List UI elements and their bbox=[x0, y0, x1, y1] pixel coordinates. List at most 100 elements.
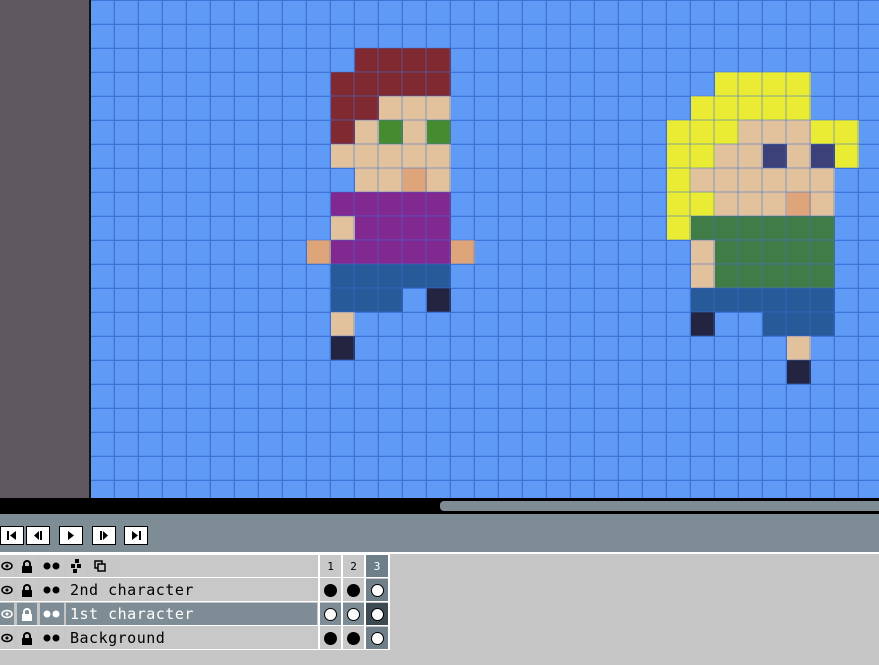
character1-pixel bbox=[307, 240, 331, 264]
character2-pixel bbox=[763, 192, 787, 216]
character2-pixel bbox=[787, 96, 811, 120]
lock-icon[interactable] bbox=[17, 555, 37, 577]
cel-3[interactable] bbox=[366, 627, 388, 649]
visible-toggle[interactable] bbox=[0, 603, 14, 625]
character2-pixel bbox=[739, 192, 763, 216]
character2-pixel bbox=[763, 240, 787, 264]
character1-pixel bbox=[403, 216, 427, 240]
character2-pixel bbox=[763, 264, 787, 288]
character2-pixel bbox=[763, 216, 787, 240]
eye-icon bbox=[1, 633, 13, 643]
character2-pixel bbox=[715, 216, 739, 240]
scrollbar-thumb[interactable] bbox=[440, 501, 879, 511]
character1-pixel bbox=[427, 216, 451, 240]
character1-pixel bbox=[379, 192, 403, 216]
character2-pixel bbox=[667, 216, 691, 240]
character1-pixel bbox=[331, 120, 355, 144]
link-icon[interactable] bbox=[66, 555, 86, 577]
eye-icon bbox=[1, 609, 13, 619]
onion-skin-toggle[interactable] bbox=[40, 603, 64, 625]
character2-pixel bbox=[739, 168, 763, 192]
character1-pixel bbox=[427, 144, 451, 168]
lock-toggle[interactable] bbox=[17, 579, 37, 601]
lock-icon bbox=[22, 583, 32, 597]
visible-toggle[interactable] bbox=[0, 627, 14, 649]
layer-name[interactable]: Background bbox=[66, 627, 317, 649]
character1-pixel bbox=[379, 144, 403, 168]
cel-2[interactable] bbox=[343, 603, 364, 625]
cel-2[interactable] bbox=[343, 579, 364, 601]
character2-pixel bbox=[835, 120, 859, 144]
character2-pixel bbox=[715, 240, 739, 264]
cel-3[interactable] bbox=[366, 603, 388, 625]
lock-toggle[interactable] bbox=[17, 603, 37, 625]
character1-pixel bbox=[403, 240, 427, 264]
grid-line bbox=[388, 554, 390, 650]
cel-2[interactable] bbox=[343, 627, 364, 649]
character1-pixel bbox=[355, 216, 379, 240]
cel-1[interactable] bbox=[320, 579, 341, 601]
skip-to-end-icon bbox=[132, 531, 141, 540]
grid-line bbox=[0, 625, 390, 626]
frame-header-1[interactable]: 1 bbox=[320, 555, 341, 577]
character1-pixel bbox=[355, 144, 379, 168]
character2-pixel bbox=[787, 216, 811, 240]
character1-pixel bbox=[403, 120, 427, 144]
onion-skin-icon bbox=[43, 586, 60, 594]
character2-pixel bbox=[763, 312, 787, 336]
grid-line bbox=[0, 577, 390, 578]
character1-pixel bbox=[331, 192, 355, 216]
eye-icon[interactable] bbox=[0, 555, 14, 577]
character2-pixel bbox=[667, 168, 691, 192]
layer-name[interactable]: 2nd character bbox=[66, 579, 317, 601]
layer-row[interactable]: Background bbox=[0, 626, 390, 649]
character2-pixel bbox=[787, 168, 811, 192]
onion-skin-toggle[interactable] bbox=[40, 579, 64, 601]
scrollbar-track[interactable] bbox=[0, 502, 440, 510]
character1-pixel bbox=[331, 216, 355, 240]
character2-pixel bbox=[763, 144, 787, 168]
character1-pixel bbox=[403, 264, 427, 288]
onion-skin-toggle[interactable] bbox=[40, 627, 64, 649]
character2-pixel bbox=[763, 288, 787, 312]
character1-pixel bbox=[331, 264, 355, 288]
character1-pixel bbox=[331, 240, 355, 264]
continuous-icon[interactable] bbox=[89, 555, 111, 577]
layer-name[interactable]: 1st character bbox=[66, 603, 317, 625]
cel-1[interactable] bbox=[320, 627, 341, 649]
character1-pixel bbox=[355, 120, 379, 144]
onion-skin-icon[interactable] bbox=[40, 555, 64, 577]
character2-pixel bbox=[787, 336, 811, 360]
last-frame-button[interactable] bbox=[124, 526, 148, 545]
previous-frame-button[interactable] bbox=[26, 526, 50, 545]
step-back-icon bbox=[34, 531, 42, 540]
frame-header-3[interactable]: 3 bbox=[366, 555, 388, 577]
character1-pixel bbox=[403, 48, 427, 72]
character1-pixel bbox=[427, 120, 451, 144]
play-icon bbox=[68, 531, 74, 540]
sprite-canvas[interactable] bbox=[91, 0, 879, 498]
cel-empty-indicator bbox=[324, 607, 337, 621]
character2-pixel bbox=[787, 360, 811, 384]
visible-toggle[interactable] bbox=[0, 579, 14, 601]
first-frame-button[interactable] bbox=[0, 526, 24, 545]
character1-pixel bbox=[355, 192, 379, 216]
cel-1[interactable] bbox=[320, 603, 341, 625]
layer-row[interactable]: 2nd character bbox=[0, 578, 390, 601]
grid-line bbox=[364, 554, 366, 650]
horizontal-scrollbar[interactable] bbox=[0, 498, 879, 514]
character2-pixel bbox=[811, 168, 835, 192]
character1-pixel bbox=[379, 288, 403, 312]
next-frame-button[interactable] bbox=[92, 526, 116, 545]
play-button[interactable] bbox=[59, 526, 83, 545]
lock-toggle[interactable] bbox=[17, 627, 37, 649]
cel-empty-indicator bbox=[370, 607, 384, 621]
character1-pixel bbox=[331, 72, 355, 96]
character2-pixel bbox=[787, 312, 811, 336]
cel-empty-indicator bbox=[370, 583, 384, 597]
layer-row-selected[interactable]: 1st character bbox=[0, 602, 390, 625]
frame-header-2[interactable]: 2 bbox=[343, 555, 364, 577]
cel-filled-indicator bbox=[347, 631, 360, 645]
character2-pixel bbox=[787, 120, 811, 144]
cel-3[interactable] bbox=[366, 579, 388, 601]
